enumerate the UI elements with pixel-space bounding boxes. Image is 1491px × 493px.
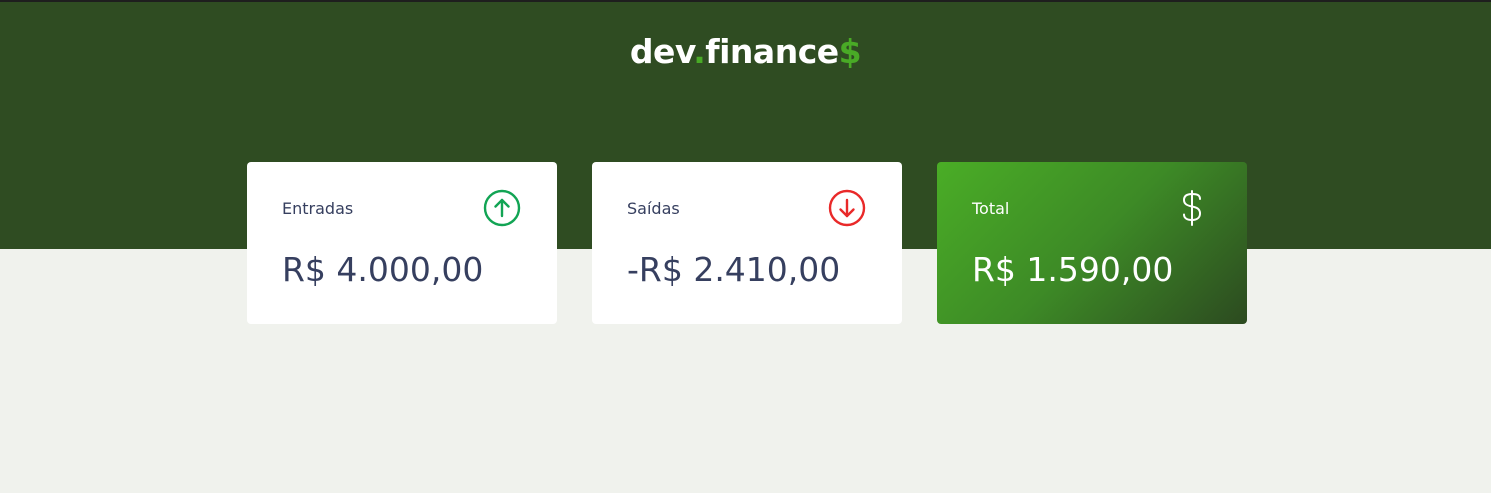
logo-text-finance: finance <box>705 32 839 71</box>
income-card: Entradas R$ 4.000,00 <box>247 162 557 324</box>
expense-value: -R$ 2.410,00 <box>627 250 841 289</box>
total-card: Total R$ 1.590,00 <box>937 162 1247 324</box>
total-label: Total <box>972 199 1010 218</box>
logo-dollar: $ <box>838 32 862 71</box>
dollar-sign-icon <box>1182 190 1202 226</box>
income-label: Entradas <box>282 199 354 218</box>
logo: dev.finance$ <box>0 32 1491 71</box>
arrow-down-circle-icon <box>828 189 866 227</box>
expense-card: Saídas -R$ 2.410,00 <box>592 162 902 324</box>
total-value: R$ 1.590,00 <box>972 250 1174 289</box>
logo-dot: . <box>693 32 706 71</box>
income-value: R$ 4.000,00 <box>282 250 484 289</box>
arrow-up-circle-icon <box>483 189 521 227</box>
expense-label: Saídas <box>627 199 680 218</box>
logo-text-dev: dev <box>629 32 694 71</box>
